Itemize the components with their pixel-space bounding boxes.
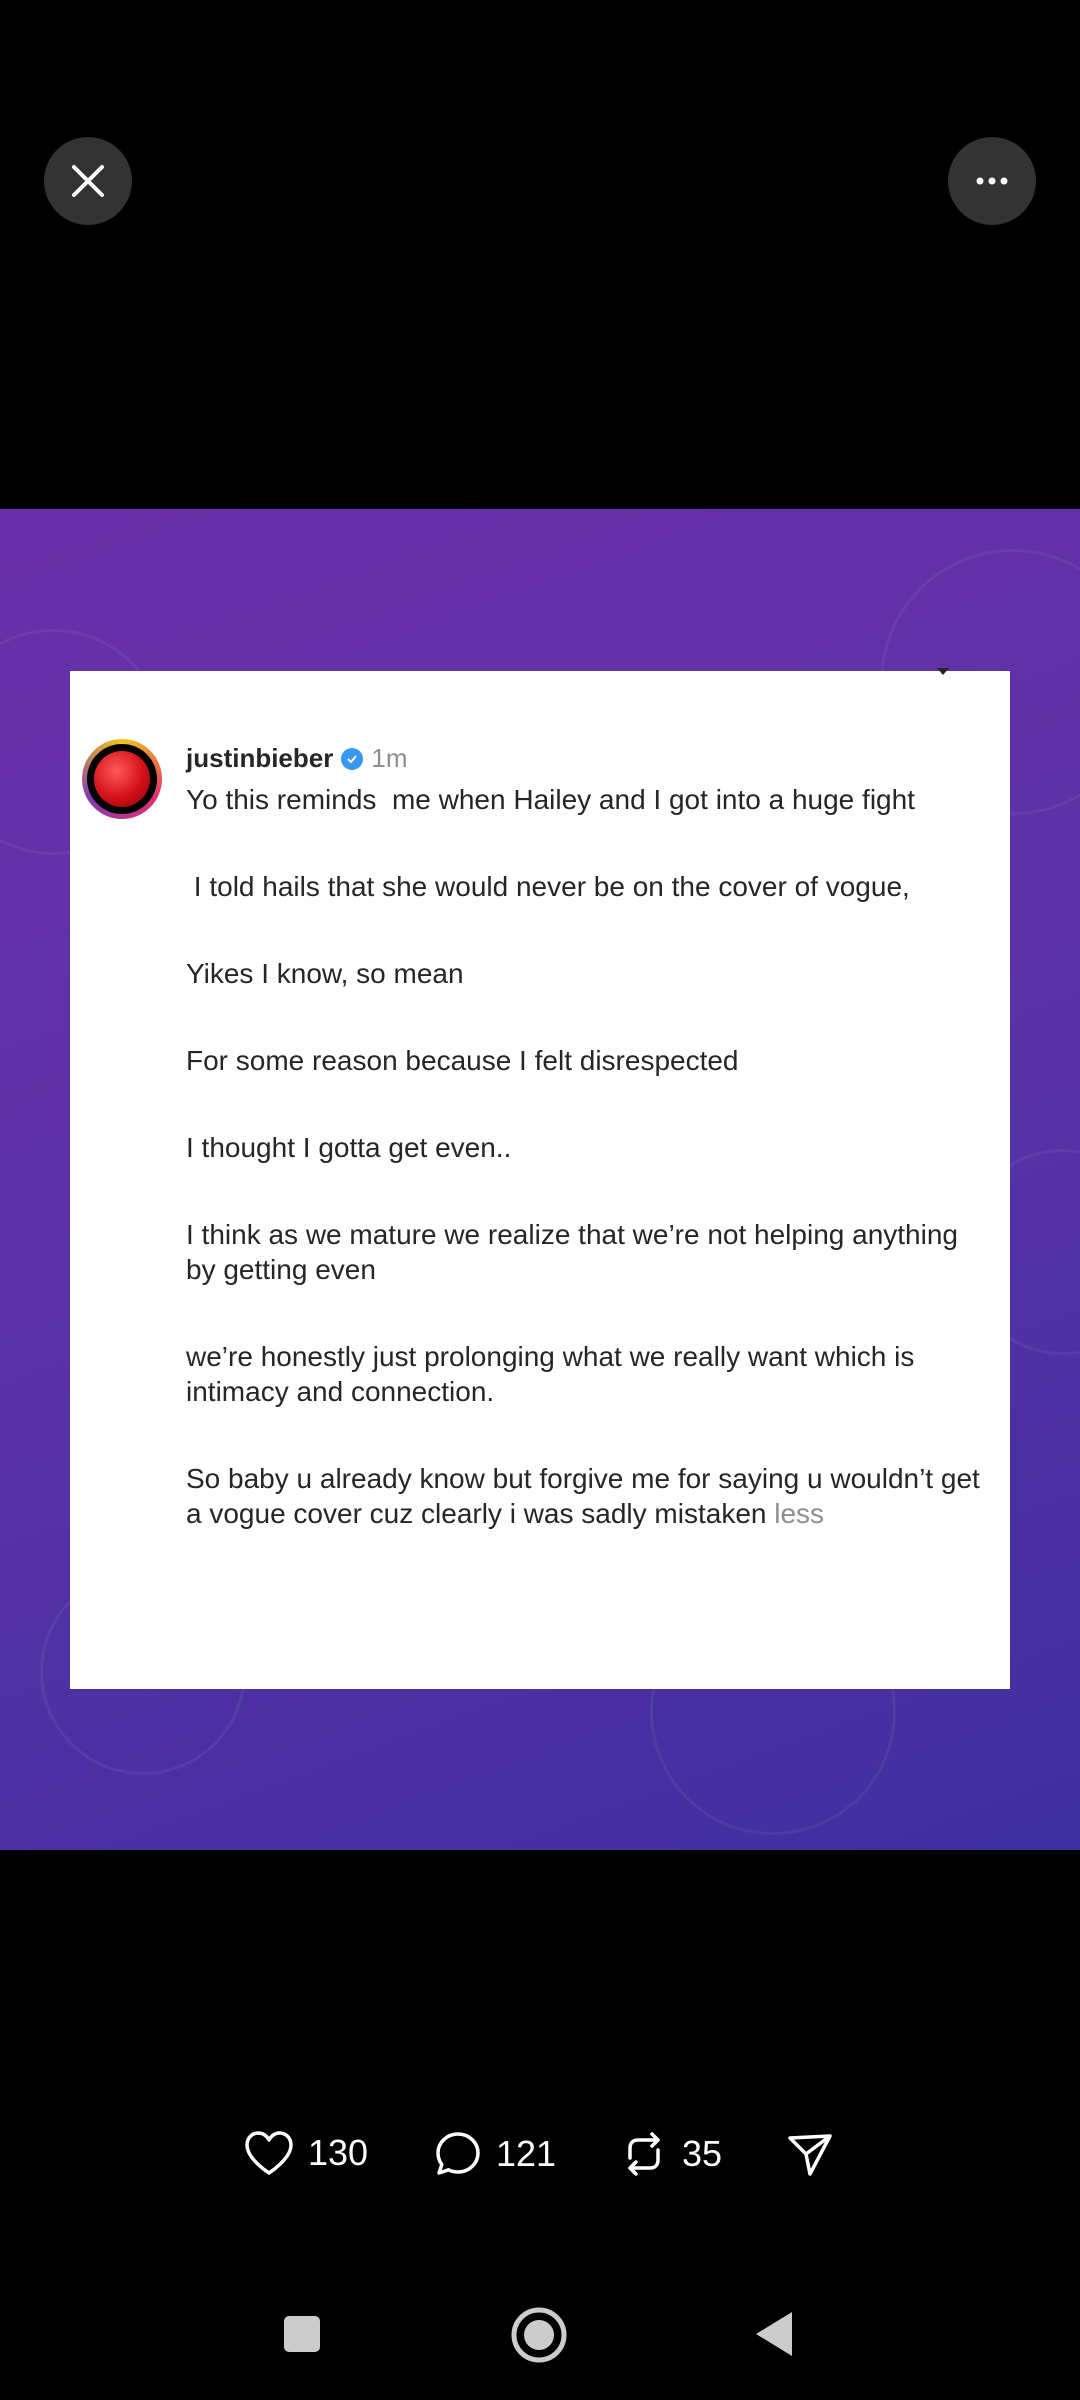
repost-count: 35 bbox=[682, 2133, 723, 2174]
comment-body: justinbieber 1m Yo this reminds me when … bbox=[186, 741, 986, 1531]
comment-count: 121 bbox=[496, 2133, 557, 2174]
chevron-down-icon bbox=[937, 668, 949, 675]
post-image[interactable]: justinbieber 1m Yo this reminds me when … bbox=[0, 509, 1080, 1850]
action-bar: 130 121 35 bbox=[0, 2130, 1080, 2186]
home-icon[interactable] bbox=[511, 2307, 567, 2363]
less-link[interactable]: less bbox=[774, 1498, 824, 1529]
close-button[interactable] bbox=[44, 137, 132, 225]
comment-paragraph: I told hails that she would never be on … bbox=[186, 871, 910, 902]
verified-badge-icon bbox=[341, 747, 364, 770]
close-icon bbox=[72, 165, 104, 197]
send-icon bbox=[788, 2134, 832, 2176]
timestamp: 1m bbox=[371, 743, 408, 773]
comment-paragraph-text: So baby u already know but forgive me fo… bbox=[186, 1463, 988, 1529]
repost-icon bbox=[628, 2132, 660, 2176]
recent-apps-icon[interactable] bbox=[282, 2314, 322, 2354]
comment-paragraph: For some reason because I felt disrespec… bbox=[186, 1045, 739, 1076]
comment-icon bbox=[436, 2132, 480, 2175]
more-icon bbox=[976, 177, 1008, 185]
repost-button[interactable]: 35 bbox=[620, 2130, 722, 2178]
share-button[interactable] bbox=[786, 2130, 834, 2178]
comment-paragraph-last: So baby u already know but forgive me fo… bbox=[186, 1461, 986, 1531]
comment-button[interactable]: 121 bbox=[434, 2130, 556, 2178]
comment-paragraph: I thought I gotta get even.. bbox=[186, 1132, 512, 1163]
comment-paragraph: Yo this reminds me when Hailey and I got… bbox=[186, 784, 915, 815]
comment-paragraph: we’re honestly just prolonging what we r… bbox=[186, 1341, 923, 1407]
username[interactable]: justinbieber bbox=[186, 741, 333, 776]
comment-card: justinbieber 1m Yo this reminds me when … bbox=[70, 668, 1010, 1689]
back-icon[interactable] bbox=[754, 2310, 794, 2358]
comment-paragraph: I think as we mature we realize that we’… bbox=[186, 1219, 966, 1285]
heart-icon bbox=[245, 2131, 293, 2175]
like-button[interactable]: 130 bbox=[244, 2130, 368, 2176]
comment-paragraph: Yikes I know, so mean bbox=[186, 958, 464, 989]
avatar[interactable] bbox=[82, 739, 162, 819]
system-navigation-bar bbox=[0, 2300, 1080, 2370]
like-count: 130 bbox=[308, 2132, 369, 2173]
more-options-button[interactable] bbox=[948, 137, 1036, 225]
